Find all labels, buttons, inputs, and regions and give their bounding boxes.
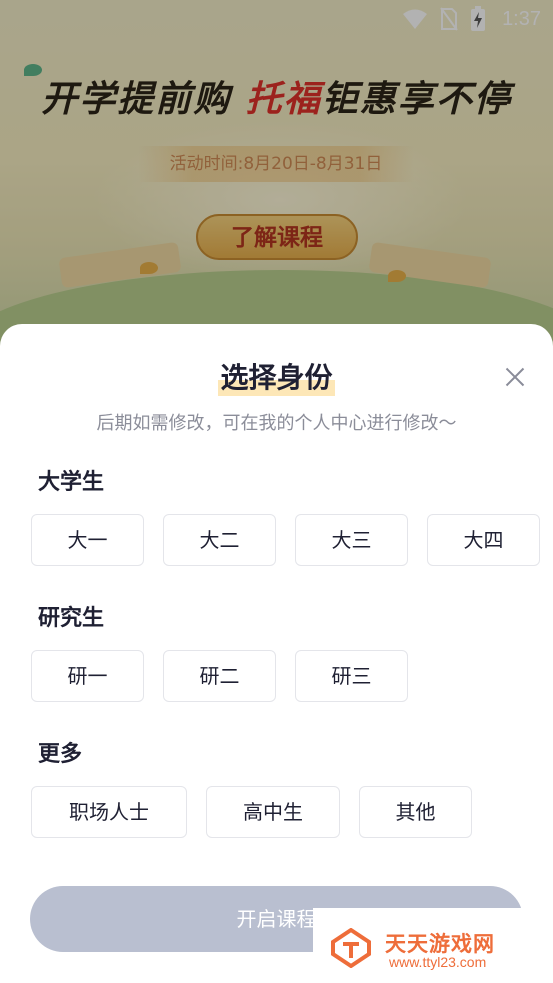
watermark-url: www.ttyl23.com (389, 954, 487, 970)
select-identity-sheet: 选择身份 后期如需修改，可在我的个人中心进行修改～ 大学生 大一 大二 大三 大… (0, 324, 553, 983)
option-senior[interactable]: 大四 (427, 514, 540, 566)
option-grad-year-2[interactable]: 研二 (163, 650, 276, 702)
close-icon[interactable] (500, 362, 530, 392)
sheet-title: 选择身份 (0, 356, 553, 396)
option-sophomore[interactable]: 大二 (163, 514, 276, 566)
option-high-school[interactable]: 高中生 (206, 786, 340, 838)
option-grad-year-1[interactable]: 研一 (31, 650, 144, 702)
option-junior[interactable]: 大三 (295, 514, 408, 566)
section-title-more: 更多 (38, 742, 83, 767)
section-title-college: 大学生 (38, 470, 105, 495)
watermark: 天天游戏网 www.ttyl23.com (313, 908, 530, 983)
sheet-subtitle: 后期如需修改，可在我的个人中心进行修改～ (96, 413, 457, 434)
option-professional[interactable]: 职场人士 (31, 786, 187, 838)
sheet-title-text: 选择身份 (218, 356, 335, 396)
option-other[interactable]: 其他 (359, 786, 472, 838)
section-title-graduate: 研究生 (38, 606, 105, 631)
option-grad-year-3[interactable]: 研三 (295, 650, 408, 702)
option-freshman[interactable]: 大一 (31, 514, 144, 566)
watermark-logo-icon (331, 928, 371, 968)
